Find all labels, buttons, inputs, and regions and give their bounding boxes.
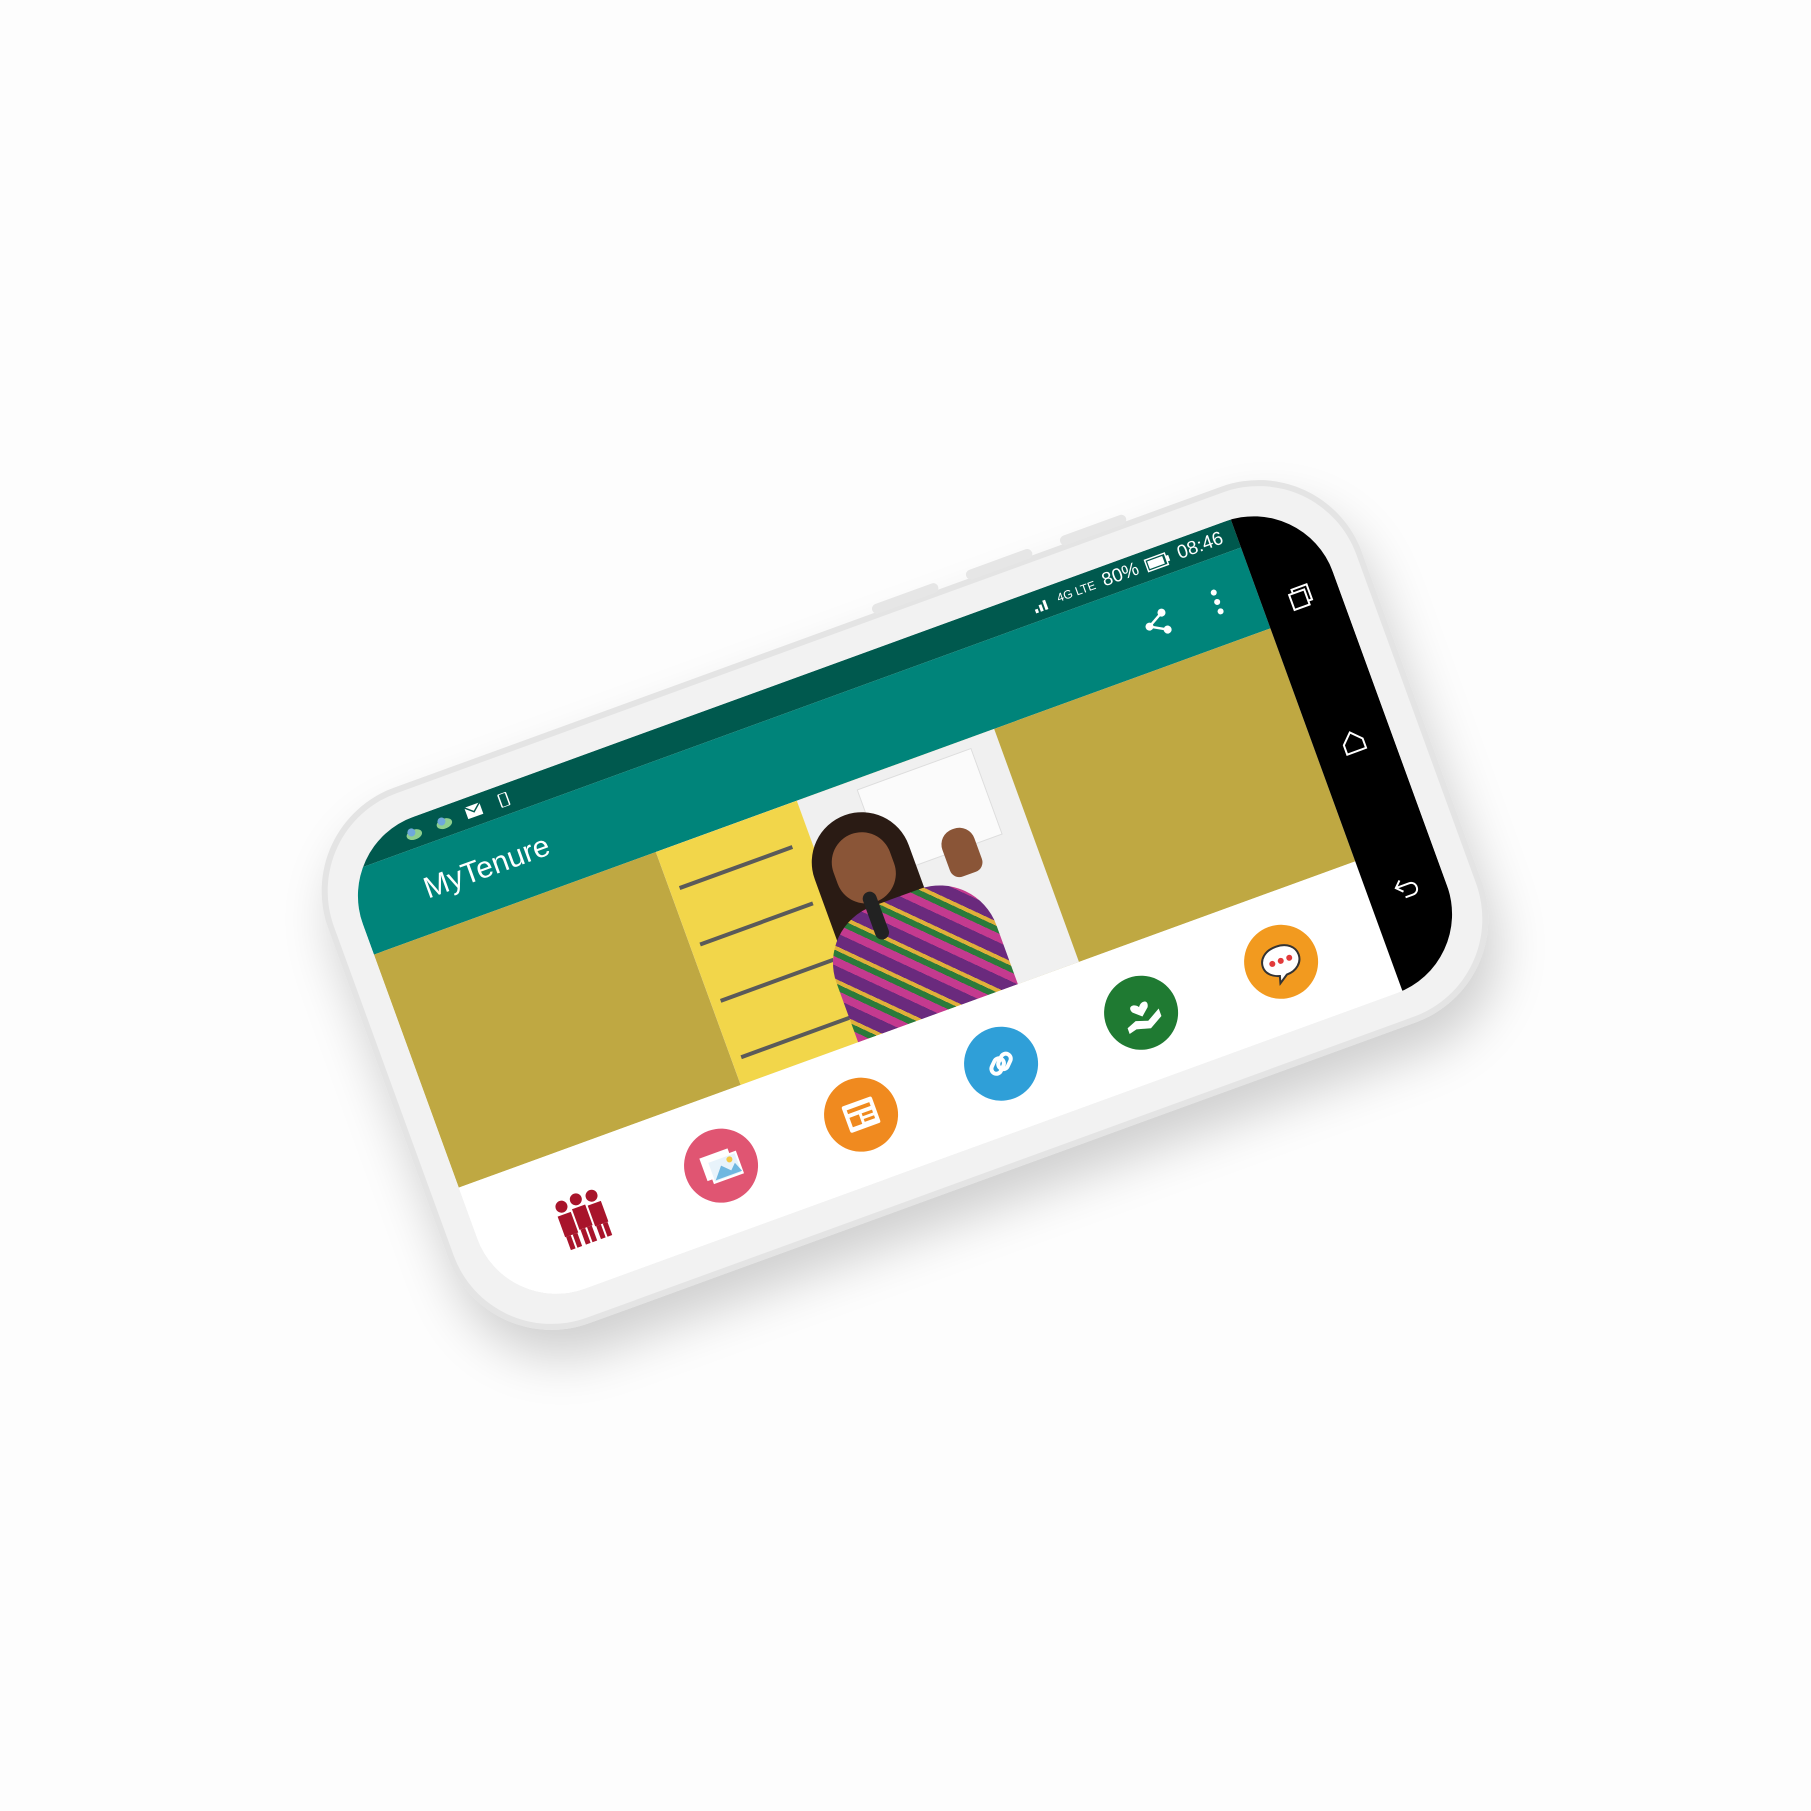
- share-icon: [1145, 608, 1172, 634]
- signal-icon: [1034, 599, 1049, 614]
- people-group-icon: [554, 1189, 612, 1251]
- overflow-menu-button[interactable]: [1195, 580, 1239, 624]
- mail-icon: [463, 802, 484, 820]
- news-icon: [841, 1096, 880, 1133]
- volume-up-button: [870, 581, 940, 616]
- home-icon: [1342, 731, 1368, 756]
- volume-down-button: [964, 547, 1034, 581]
- menu-item-support[interactable]: [1093, 965, 1189, 1061]
- menu-item-chat[interactable]: [1233, 914, 1329, 1010]
- gallery-icon: [698, 1148, 744, 1185]
- link-icon: [988, 1051, 1013, 1076]
- battery-icon: [1144, 551, 1171, 573]
- menu-item-news[interactable]: [813, 1067, 909, 1163]
- toolbar-actions: [1135, 580, 1239, 645]
- menu-item-people[interactable]: [533, 1169, 628, 1264]
- cloud-icon: [406, 828, 423, 841]
- back-icon: [1394, 879, 1419, 899]
- recent-apps-button[interactable]: [1277, 574, 1323, 620]
- back-button[interactable]: [1383, 863, 1429, 909]
- share-button[interactable]: [1135, 602, 1179, 646]
- app-window: 4G LTE 80% 08:46 MyTenure: [334, 519, 1403, 1318]
- phone-vibrate-icon: [497, 791, 511, 809]
- power-button: [1058, 513, 1128, 547]
- cloud-icon: [436, 817, 453, 830]
- care-hand-icon: [1127, 1001, 1161, 1035]
- phone-screen: 4G LTE 80% 08:46 MyTenure: [334, 492, 1476, 1318]
- home-button[interactable]: [1330, 719, 1376, 765]
- phone-frame: 4G LTE 80% 08:46 MyTenure: [290, 449, 1520, 1361]
- more-vert-icon: [1210, 589, 1224, 615]
- app-title: MyTenure: [419, 829, 555, 906]
- chat-bubble-icon: [1260, 944, 1300, 987]
- recent-apps-icon: [1287, 583, 1314, 612]
- menu-item-gallery[interactable]: [673, 1118, 769, 1214]
- menu-item-links[interactable]: [953, 1016, 1049, 1112]
